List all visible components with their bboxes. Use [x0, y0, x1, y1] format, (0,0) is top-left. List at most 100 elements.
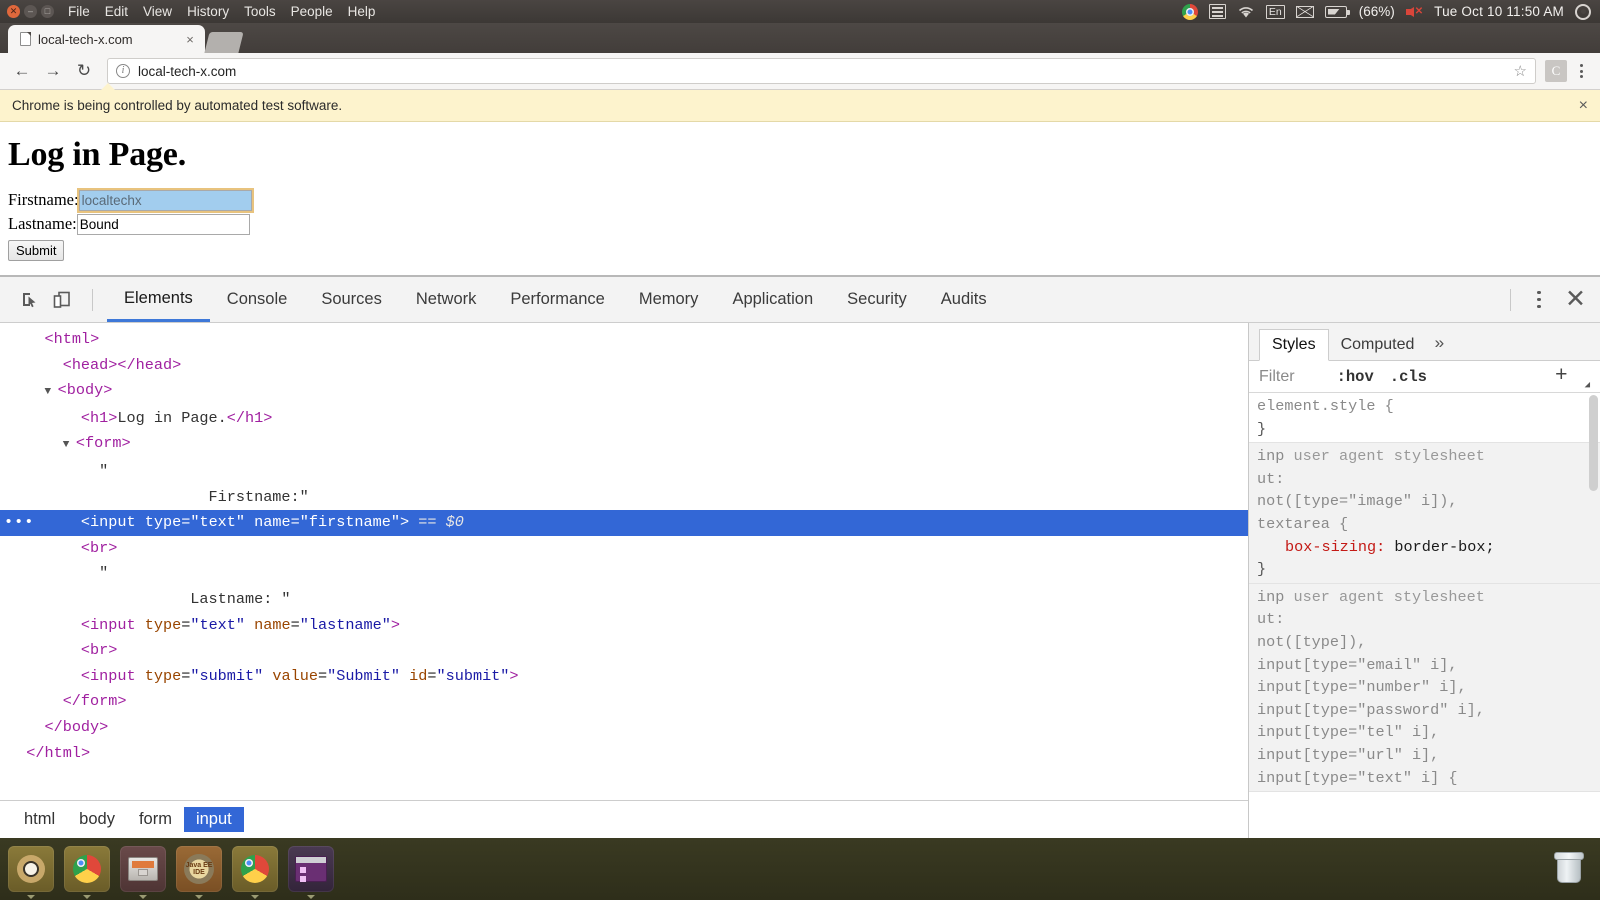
window-maximize-button[interactable]: □ [41, 5, 54, 18]
window-close-button[interactable]: ✕ [7, 5, 20, 18]
dom-node[interactable]: <br> [0, 638, 1248, 664]
reload-button[interactable]: ↻ [70, 57, 98, 85]
chrome-menu-icon[interactable] [1570, 64, 1592, 78]
dom-node[interactable]: Lastname: " [0, 587, 1248, 613]
tab-strip: local-tech-x.com × [0, 23, 1600, 53]
style-declaration[interactable]: box-sizing: border-box; [1257, 536, 1600, 559]
element-style-rule[interactable]: element.style {} [1249, 393, 1600, 444]
styles-filter-input[interactable]: Filter [1259, 368, 1295, 386]
tab-console[interactable]: Console [210, 277, 305, 322]
dom-node[interactable]: <head></head> [0, 353, 1248, 379]
bookmark-star-icon[interactable]: ☆ [1514, 62, 1527, 80]
list-icon[interactable] [1208, 4, 1226, 19]
taskbar-terminal-icon[interactable] [288, 846, 334, 899]
inspect-element-icon[interactable] [14, 284, 46, 316]
dom-node[interactable]: <h1>Log in Page.</h1> [0, 406, 1248, 432]
dom-node[interactable]: ▼ <form> [0, 431, 1248, 459]
menu-edit[interactable]: Edit [105, 4, 128, 19]
address-bar[interactable]: i local-tech-x.com ☆ [107, 58, 1536, 84]
hov-toggle[interactable]: :hov [1337, 368, 1374, 386]
firstname-input[interactable]: localtechx [76, 187, 254, 213]
submit-button[interactable]: Submit [8, 240, 65, 261]
styles-more-icon[interactable]: » [1426, 329, 1452, 360]
breadcrumb-html[interactable]: html [12, 807, 67, 832]
device-toolbar-icon[interactable] [46, 284, 78, 316]
dom-node[interactable]: </form> [0, 689, 1248, 715]
dom-expand-triangle-icon[interactable]: ▼ [63, 439, 76, 451]
taskbar-trash-icon[interactable] [1546, 846, 1592, 892]
tab-sources[interactable]: Sources [304, 277, 399, 322]
taskbar-file-manager-icon[interactable] [120, 846, 166, 899]
site-info-icon[interactable]: i [116, 64, 130, 78]
chrome-icon[interactable] [1181, 3, 1198, 20]
dom-node[interactable]: ▼ <body> [0, 378, 1248, 406]
dom-node-ellipsis-icon[interactable]: ••• [4, 510, 34, 536]
dom-node[interactable]: <input type="text" name="lastname"> [0, 613, 1248, 639]
tab-memory[interactable]: Memory [622, 277, 716, 322]
dom-node[interactable]: </html> [0, 741, 1248, 767]
forward-button[interactable]: → [39, 57, 67, 85]
window-controls[interactable]: ✕ – □ [0, 5, 60, 18]
menu-people[interactable]: People [291, 4, 333, 19]
dom-node[interactable]: Firstname:" [0, 485, 1248, 511]
dom-node-selected[interactable]: ••• <input type="text" name="firstname">… [0, 510, 1248, 536]
styles-scrollbar[interactable] [1589, 395, 1598, 491]
devtools-close-icon[interactable]: ✕ [1565, 287, 1586, 312]
tab-application[interactable]: Application [715, 277, 830, 322]
extension-chip[interactable]: C [1545, 60, 1567, 82]
devtools-more-icon[interactable] [1525, 290, 1553, 309]
dom-expand-triangle-icon[interactable]: ▼ [44, 386, 57, 398]
dom-node[interactable]: <html> [0, 327, 1248, 353]
tab-styles[interactable]: Styles [1259, 329, 1329, 361]
menu-tools[interactable]: Tools [244, 4, 276, 19]
lastname-input[interactable]: Bound [76, 213, 250, 235]
cls-toggle[interactable]: .cls [1390, 368, 1427, 386]
devtools-tab-list: Elements Console Sources Network Perform… [107, 277, 1004, 322]
language-indicator[interactable]: En [1265, 4, 1285, 19]
dom-node[interactable]: " [0, 561, 1248, 587]
tab-performance[interactable]: Performance [493, 277, 621, 322]
new-style-rule-button[interactable]: + [1555, 366, 1568, 387]
menu-file[interactable]: File [68, 4, 90, 19]
window-minimize-button[interactable]: – [24, 5, 37, 18]
taskbar-ubuntu-icon[interactable] [8, 846, 54, 899]
tab-network[interactable]: Network [399, 277, 494, 322]
address-bar-value: local-tech-x.com [138, 63, 237, 79]
battery-icon[interactable] [1324, 5, 1350, 18]
menu-view[interactable]: View [143, 4, 172, 19]
dom-node[interactable]: <input type="submit" value="Submit" id="… [0, 664, 1248, 690]
breadcrumb-input[interactable]: input [183, 807, 244, 832]
tab-close-icon[interactable]: × [183, 32, 197, 47]
taskbar-chrome-icon-2[interactable] [232, 846, 278, 899]
browser-tab[interactable]: local-tech-x.com × [8, 25, 205, 53]
menu-help[interactable]: Help [348, 4, 376, 19]
dom-node[interactable]: " [0, 459, 1248, 485]
menu-history[interactable]: History [187, 4, 229, 19]
breadcrumb-form[interactable]: form [127, 807, 184, 832]
style-rule-list[interactable]: element.style {} inp user agent styleshee… [1249, 393, 1600, 838]
tab-security[interactable]: Security [830, 277, 924, 322]
ua-style-rule[interactable]: inp user agent stylesheet ut: not([type]),… [1249, 583, 1600, 793]
taskbar-chrome-icon[interactable] [64, 846, 110, 899]
dom-node[interactable]: <br> [0, 536, 1248, 562]
gear-icon[interactable] [1575, 3, 1591, 20]
taskbar-java-ee-ide-icon[interactable]: Java EE IDE [176, 846, 222, 899]
infobar-close-icon[interactable]: × [1579, 97, 1588, 115]
new-tab-button[interactable] [204, 32, 244, 53]
lastname-row: Lastname: Bound [8, 213, 1600, 235]
dom-node[interactable]: </body> [0, 715, 1248, 741]
mail-icon[interactable] [1295, 5, 1314, 18]
back-button[interactable]: ← [8, 57, 36, 85]
wifi-icon[interactable] [1237, 5, 1255, 19]
global-menu-bar[interactable]: File Edit View History Tools People Help [68, 4, 375, 19]
tab-computed[interactable]: Computed [1329, 330, 1427, 360]
new-style-rule-caret-icon[interactable]: ◢ [1585, 380, 1590, 390]
breadcrumb-body[interactable]: body [67, 807, 127, 832]
automation-infobar: Chrome is being controlled by automated … [0, 83, 1600, 122]
ua-style-rule[interactable]: inp user agent stylesheet ut: not([type="i… [1249, 443, 1600, 584]
volume-muted-icon[interactable]: ✕ [1405, 6, 1423, 17]
tab-audits[interactable]: Audits [924, 277, 1004, 322]
clock[interactable]: Tue Oct 10 11:50 AM [1434, 4, 1564, 19]
tab-elements[interactable]: Elements [107, 277, 210, 322]
dom-tree[interactable]: <html> <head></head> ▼ <body> <h1>Log in… [0, 323, 1248, 800]
